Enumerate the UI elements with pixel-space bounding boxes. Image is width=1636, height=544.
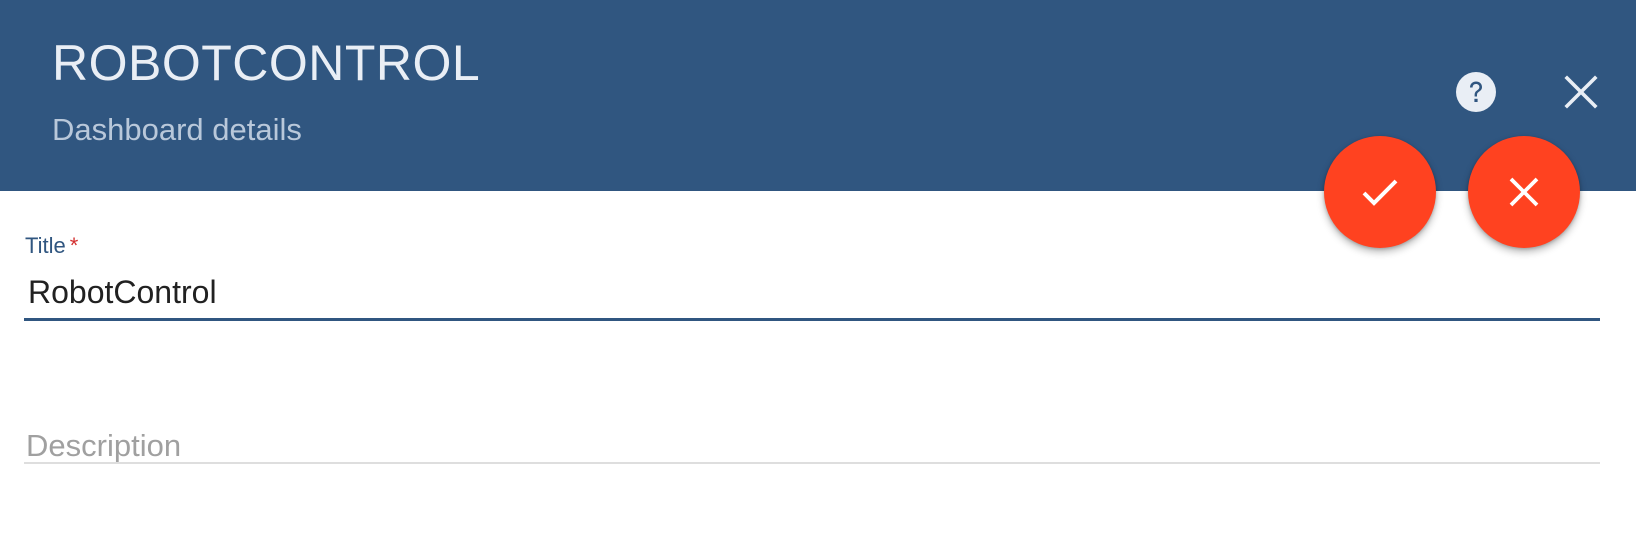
description-input-underline: [24, 462, 1600, 464]
required-marker: *: [69, 233, 79, 258]
cancel-button[interactable]: [1468, 136, 1580, 248]
title-input-underline: [24, 318, 1600, 321]
dialog-title: ROBOTCONTROL: [52, 35, 481, 91]
close-icon: [1564, 75, 1598, 109]
dialog-subtitle: Dashboard details: [52, 112, 302, 147]
help-circle-icon: [1456, 72, 1496, 112]
close-dialog-button[interactable]: [1553, 64, 1609, 120]
title-input[interactable]: [24, 266, 1600, 318]
help-button[interactable]: [1448, 64, 1504, 120]
save-button[interactable]: [1324, 136, 1436, 248]
title-label-text: Title: [25, 233, 66, 258]
check-icon: [1362, 179, 1398, 206]
title-field-label: Title *: [25, 233, 78, 259]
close-icon: [1509, 177, 1539, 207]
